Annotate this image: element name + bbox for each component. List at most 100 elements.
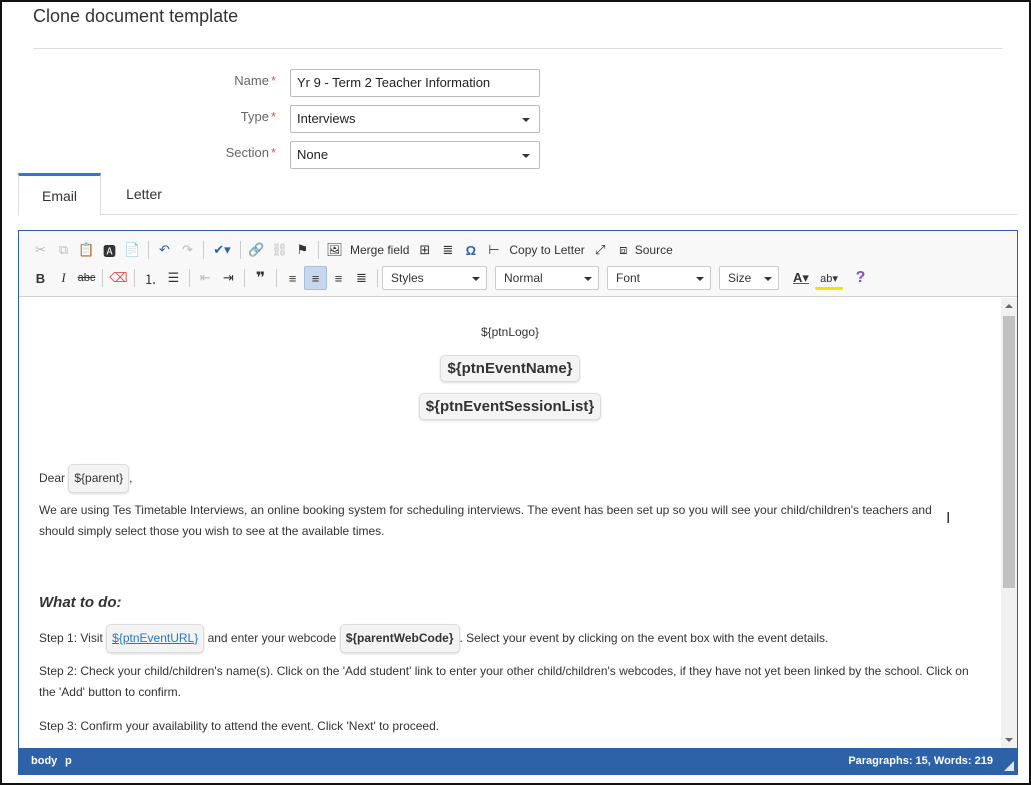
remove-format-icon[interactable]: ⌫: [107, 266, 130, 290]
numbered-list-icon[interactable]: ⒈: [139, 266, 162, 290]
source-icon[interactable]: ⧈: [612, 238, 635, 262]
section-select[interactable]: None: [290, 141, 540, 169]
blockquote-icon[interactable]: ❞: [249, 266, 272, 290]
resize-grip-icon[interactable]: [1004, 761, 1014, 771]
styles-dropdown[interactable]: Styles: [382, 266, 487, 290]
editor-scrollbar[interactable]: [1001, 298, 1017, 748]
toolbar-separator: [102, 269, 103, 287]
tab-letter[interactable]: Letter: [110, 173, 178, 215]
parent-field[interactable]: ${parent}: [68, 464, 130, 493]
size-dropdown-label: Size: [728, 271, 752, 285]
name-label: Name *: [234, 73, 276, 88]
indent-icon[interactable]: ⇥: [217, 266, 240, 290]
background-color-icon[interactable]: ab▾: [815, 266, 843, 290]
name-row: Name * Yr 9 - Term 2 Teacher Information: [0, 69, 560, 97]
text-color-icon[interactable]: A▾: [787, 266, 815, 290]
maximize-icon[interactable]: ⤢: [589, 238, 612, 262]
undo-icon[interactable]: ↶: [153, 238, 176, 262]
align-justify-icon[interactable]: ≣: [350, 266, 373, 290]
scroll-up-icon[interactable]: [1005, 304, 1013, 308]
step-3: Step 3: Confirm your availability to att…: [39, 719, 440, 733]
section-select-value: None: [297, 147, 329, 162]
format-dropdown-label: Normal: [504, 271, 543, 285]
bold-button[interactable]: B: [29, 266, 52, 290]
salutation: Dear ${parent},: [39, 464, 969, 493]
align-left-icon[interactable]: ≡: [281, 266, 304, 290]
bulleted-list-icon[interactable]: ☰: [162, 266, 185, 290]
word-count: Paragraphs: 15, Words: 219: [848, 755, 993, 767]
editor-toolbar: ✂ ⧉ 📋 🅰 📄 ↶ ↷ ✔▾ 🔗 ⛓ ⚑ 🖼 Merge field ⊞ ≣…: [19, 231, 1017, 297]
toolbar-separator: [318, 241, 319, 259]
toolbar-separator: [244, 269, 245, 287]
merge-field-button[interactable]: Merge field: [346, 238, 413, 262]
caret-down-icon: [764, 277, 772, 281]
event-url-field[interactable]: ${ptnEventURL}: [106, 624, 205, 653]
paste-text-icon[interactable]: 🅰: [98, 238, 121, 262]
title-divider: [33, 48, 1003, 49]
special-char-icon[interactable]: Ω: [459, 238, 482, 262]
horizontal-rule-icon[interactable]: ⊢: [482, 238, 505, 262]
font-dropdown[interactable]: Font: [607, 266, 711, 290]
session-list-field[interactable]: ${ptnEventSessionList}: [418, 393, 602, 420]
align-center-icon[interactable]: ≡: [304, 266, 327, 290]
type-label: Type *: [241, 109, 276, 124]
toolbar-row-1: ✂ ⧉ 📋 🅰 📄 ↶ ↷ ✔▾ 🔗 ⛓ ⚑ 🖼 Merge field ⊞ ≣…: [29, 237, 677, 263]
step1-pre: Step 1: Visit: [39, 631, 103, 645]
cut-icon[interactable]: ✂: [29, 238, 52, 262]
what-to-do-heading: What to do:: [39, 594, 122, 611]
text-field-icon[interactable]: ≣: [436, 238, 459, 262]
toolbar-separator: [134, 269, 135, 287]
name-input[interactable]: Yr 9 - Term 2 Teacher Information: [290, 69, 540, 97]
unlink-icon[interactable]: ⛓: [268, 238, 291, 262]
comma-text: ,: [129, 471, 133, 485]
caret-down-icon: [584, 277, 592, 281]
copy-to-letter-button[interactable]: Copy to Letter: [505, 238, 588, 262]
copy-icon[interactable]: ⧉: [52, 238, 75, 262]
align-right-icon[interactable]: ≡: [327, 266, 350, 290]
editor-content[interactable]: ${ptnLogo} ${ptnEventName} ${ptnEventSes…: [19, 298, 1001, 748]
element-path-body[interactable]: body: [31, 755, 57, 767]
section-row: Section * None: [0, 141, 560, 169]
paste-word-icon[interactable]: 📄: [121, 238, 144, 262]
type-select-value: Interviews: [297, 111, 356, 126]
styles-dropdown-label: Styles: [391, 271, 424, 285]
step-2: Step 2: Check your child/children's name…: [39, 664, 969, 699]
section-label: Section *: [226, 145, 276, 160]
redo-icon[interactable]: ↷: [176, 238, 199, 262]
anchor-icon[interactable]: ⚑: [291, 238, 314, 262]
size-dropdown[interactable]: Size: [719, 266, 779, 290]
help-icon[interactable]: ?: [849, 266, 872, 290]
scroll-down-icon[interactable]: [1005, 738, 1013, 742]
toolbar-separator: [148, 241, 149, 259]
logo-placeholder: ${ptnLogo}: [480, 325, 540, 339]
link-icon[interactable]: 🔗: [245, 238, 268, 262]
event-name-field[interactable]: ${ptnEventName}: [440, 355, 580, 382]
spellcheck-icon[interactable]: ✔▾: [208, 238, 236, 262]
event-url-link[interactable]: ${ptnEventURL}: [112, 631, 198, 645]
source-button[interactable]: Source: [635, 238, 677, 262]
caret-down-icon: [522, 154, 530, 158]
paste-icon[interactable]: 📋: [75, 238, 98, 262]
strike-button[interactable]: abc: [75, 266, 98, 290]
element-path-p[interactable]: p: [65, 755, 72, 767]
tab-email[interactable]: Email: [18, 173, 101, 216]
image-icon[interactable]: 🖼: [323, 238, 346, 262]
toolbar-row-2: B I abc ⌫ ⒈ ☰ ⇤ ⇥ ❞ ≡ ≡ ≡ ≣ Styles Norma…: [29, 265, 872, 291]
required-mark: *: [270, 145, 276, 160]
caret-down-icon: [696, 277, 704, 281]
caret-down-icon: [522, 118, 530, 122]
type-select[interactable]: Interviews: [290, 105, 540, 133]
page-title: Clone document template: [33, 6, 239, 26]
scrollbar-thumb[interactable]: [1003, 316, 1015, 588]
toolbar-separator: [240, 241, 241, 259]
format-dropdown[interactable]: Normal: [495, 266, 599, 290]
outdent-icon[interactable]: ⇤: [194, 266, 217, 290]
table-icon[interactable]: ⊞: [413, 238, 436, 262]
rich-text-editor: ✂ ⧉ 📋 🅰 📄 ↶ ↷ ✔▾ 🔗 ⛓ ⚑ 🖼 Merge field ⊞ ≣…: [18, 230, 1018, 775]
parent-webcode-field[interactable]: ${parentWebCode}: [339, 624, 460, 653]
italic-button[interactable]: I: [52, 266, 75, 290]
toolbar-separator: [189, 269, 190, 287]
toolbar-separator: [276, 269, 277, 287]
required-mark: *: [270, 73, 276, 88]
text-cursor-icon: I: [946, 510, 951, 527]
